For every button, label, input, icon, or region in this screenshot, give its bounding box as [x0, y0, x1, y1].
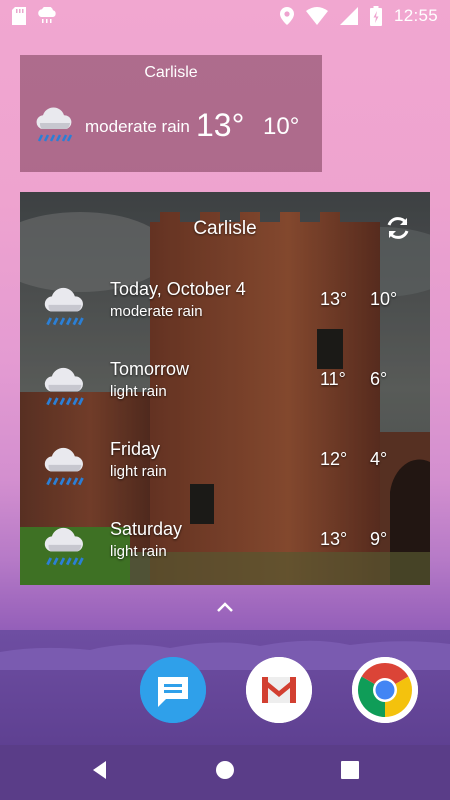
small-widget-low: 10° [263, 113, 300, 140]
forecast-row-today[interactable]: Today, October 4 moderate rain 13° 10° [20, 277, 430, 337]
clock: 12:55 [393, 6, 438, 25]
recents-button[interactable] [335, 758, 365, 782]
home-button[interactable] [210, 758, 240, 782]
weather-notification-icon [38, 7, 56, 23]
rain-cloud-icon [44, 447, 84, 486]
rain-cloud-icon [44, 287, 84, 326]
chrome-icon[interactable] [352, 657, 418, 723]
forecast-low: 10° [370, 289, 398, 309]
gmail-icon[interactable] [246, 657, 312, 723]
forecast-day-label: Friday [110, 439, 161, 459]
forecast-high: 11° [320, 369, 346, 389]
rain-cloud-icon [36, 107, 73, 142]
refresh-icon[interactable] [384, 214, 412, 242]
small-widget-condition: moderate rain [85, 117, 190, 136]
forecast-day-label: Saturday [110, 519, 183, 539]
rain-cloud-icon [44, 367, 84, 406]
forecast-condition: light rain [110, 383, 167, 400]
forecast-condition: light rain [110, 463, 167, 480]
current-weather-widget[interactable]: Carlisle moderate rain 13° 10° [20, 55, 322, 172]
forecast-row-saturday[interactable]: Saturday light rain 13° 9° [20, 517, 430, 577]
forecast-widget[interactable]: Carlisle Today, October 4 moderate rain … [20, 192, 430, 585]
forecast-day-label: Today, October 4 [110, 279, 246, 299]
forecast-row-friday[interactable]: Friday light rain 12° 4° [20, 437, 430, 497]
forecast-high: 13° [320, 529, 348, 549]
location-icon [279, 7, 294, 25]
forecast-row-tomorrow[interactable]: Tomorrow light rain 11° 6° [20, 357, 430, 417]
battery-icon [369, 6, 382, 26]
rain-cloud-icon [44, 527, 84, 566]
forecast-condition: moderate rain [110, 303, 203, 320]
forecast-low: 4° [370, 449, 388, 469]
messages-icon[interactable] [140, 657, 206, 723]
forecast-high: 13° [320, 289, 348, 309]
status-bar: 12:55 [0, 0, 450, 32]
forecast-high: 12° [320, 449, 348, 469]
forecast-condition: light rain [110, 543, 167, 560]
forecast-widget-city: Carlisle [193, 218, 257, 239]
sd-card-icon [12, 7, 26, 25]
forecast-low: 9° [370, 529, 388, 549]
small-widget-high: 13° [196, 107, 245, 143]
back-button[interactable] [86, 758, 116, 782]
app-drawer-chevron-up-icon[interactable] [214, 599, 236, 615]
forecast-low: 6° [370, 369, 388, 389]
small-widget-city: Carlisle [144, 64, 198, 81]
forecast-day-label: Tomorrow [110, 359, 190, 379]
signal-icon [339, 7, 358, 25]
wifi-icon [305, 7, 328, 25]
